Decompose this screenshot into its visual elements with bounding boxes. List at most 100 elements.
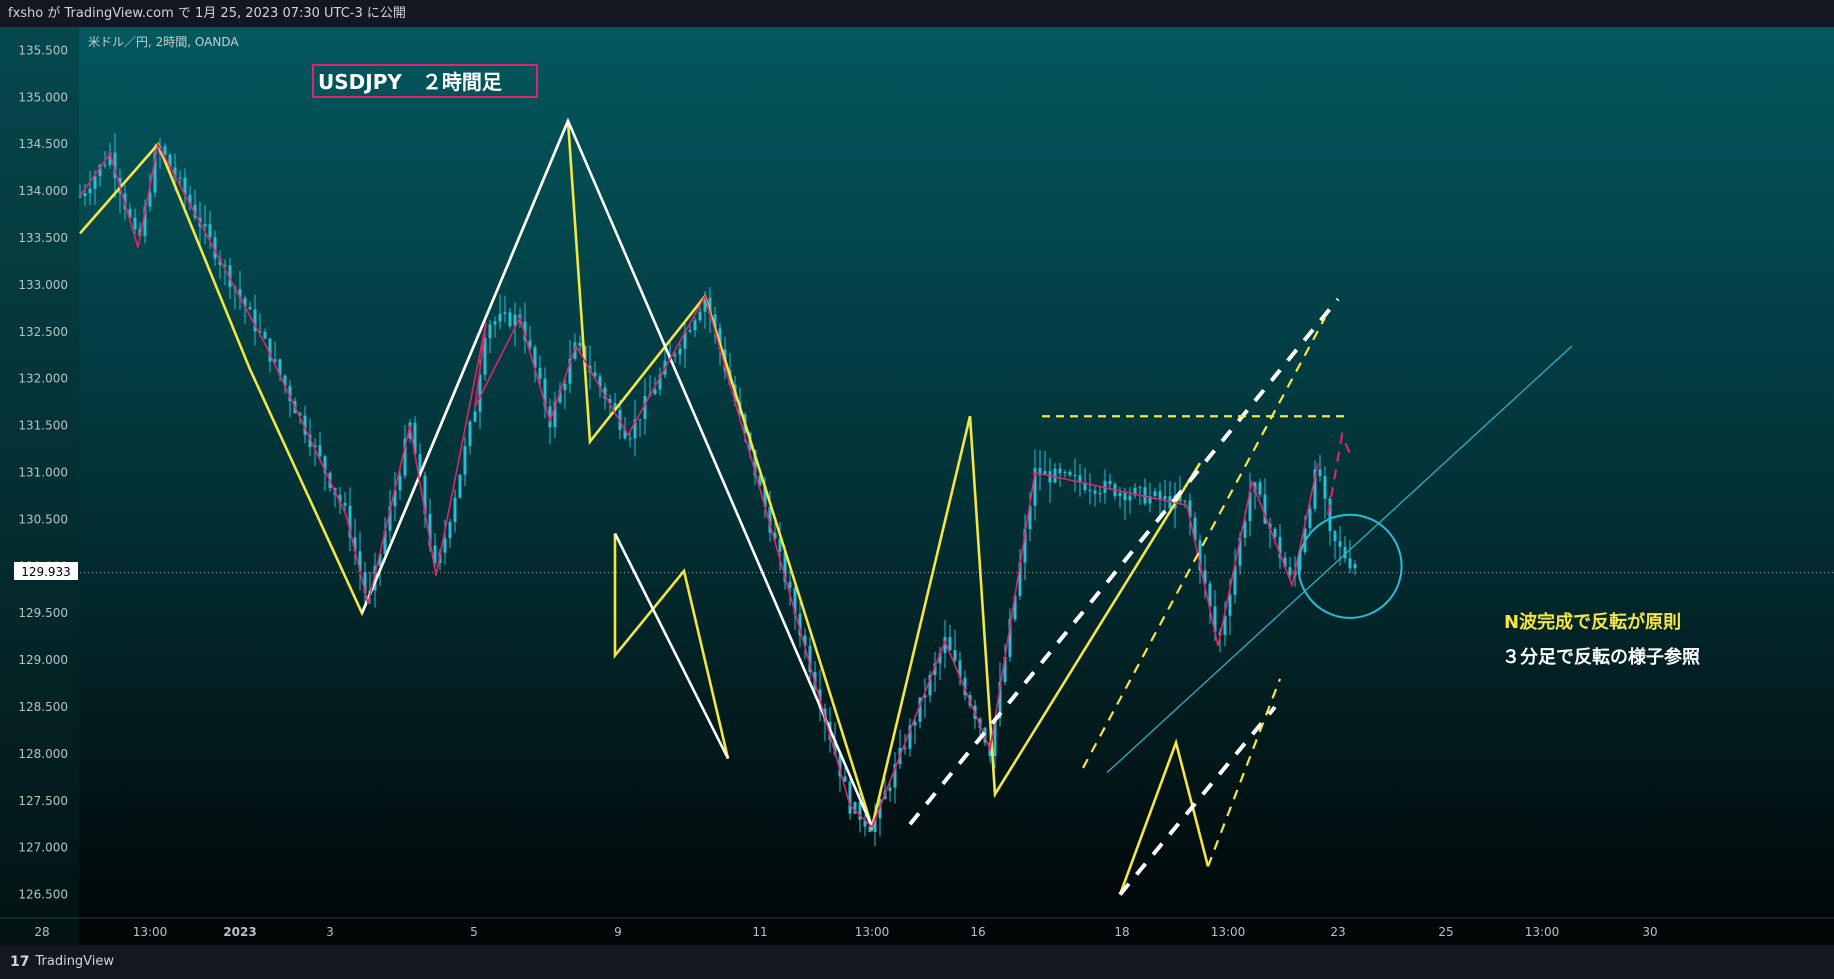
chart-background xyxy=(0,27,1834,945)
candle-body xyxy=(1138,487,1142,489)
tradingview-brand[interactable]: 17 TradingView xyxy=(10,945,114,979)
candle-body xyxy=(88,188,92,194)
chart-title: USDJPY ２時間足 xyxy=(318,70,503,94)
candle-body xyxy=(1228,594,1232,616)
candle-body xyxy=(78,195,82,197)
candle-body xyxy=(1128,495,1132,501)
candle-body xyxy=(163,146,167,155)
candle-body xyxy=(888,787,892,792)
candle-body xyxy=(688,330,692,332)
candle-body xyxy=(1288,567,1292,576)
y-tick-16: 127.500 xyxy=(18,794,68,808)
candle-body xyxy=(473,411,477,422)
candle-body xyxy=(953,650,957,661)
x-tick-10: 13:00 xyxy=(1211,925,1246,939)
candle-body xyxy=(263,331,267,339)
candle-body xyxy=(948,637,952,651)
candle-body xyxy=(103,165,107,167)
candle-body xyxy=(628,438,632,440)
candle-body xyxy=(1258,482,1262,495)
candle-body xyxy=(248,307,252,310)
published-text: fxsho が TradingView.com で 1月 25, 2023 07… xyxy=(8,6,406,21)
candle-body xyxy=(788,581,792,588)
candle-body xyxy=(1053,468,1057,483)
top-bar: fxsho が TradingView.com で 1月 25, 2023 07… xyxy=(0,0,1834,27)
candle-body xyxy=(223,264,227,266)
candle-body xyxy=(503,312,507,314)
candle-body xyxy=(203,224,207,227)
candle-body xyxy=(1273,528,1277,537)
candle-body xyxy=(1088,490,1092,492)
candle-body xyxy=(1318,469,1322,477)
chart-area[interactable]: 135.500 135.000 134.500 134.000 133.500 133.0… xyxy=(0,27,1834,945)
y-tick-18: 126.500 xyxy=(18,888,68,902)
candle-body xyxy=(678,348,682,355)
current-price-value: 129.933 xyxy=(21,565,71,579)
x-tick-2: 2023 xyxy=(223,925,256,939)
y-tick-5: 133.000 xyxy=(18,278,68,292)
candle-body xyxy=(1048,471,1052,483)
y-tick-17: 127.000 xyxy=(18,841,68,855)
candle-body xyxy=(1068,471,1072,475)
candle-body xyxy=(1308,508,1312,529)
y-tick-9: 131.000 xyxy=(18,466,68,480)
candle-body xyxy=(1163,496,1167,500)
annotation-n-wave: N波完成で反転が原則 xyxy=(1504,611,1681,633)
y-tick-13: 129.000 xyxy=(18,653,68,667)
candle-body xyxy=(1108,480,1112,485)
candle-body xyxy=(1063,471,1067,474)
x-tick-3: 3 xyxy=(326,925,334,939)
price-chart[interactable]: 135.500 135.000 134.500 134.000 133.500 133.0… xyxy=(0,27,1834,945)
candle-body xyxy=(458,474,462,498)
candle-body xyxy=(653,389,657,395)
y-tick-4: 133.500 xyxy=(18,231,68,245)
candle-body xyxy=(693,320,697,331)
candle-body xyxy=(448,522,452,539)
brand-label: TradingView xyxy=(35,954,115,969)
candle-body xyxy=(1058,468,1062,474)
candle-body xyxy=(508,312,512,327)
x-tick-12: 25 xyxy=(1438,925,1453,939)
candle-body xyxy=(673,354,677,357)
candle-body xyxy=(578,342,582,347)
bottom-bar: 17 TradingView xyxy=(0,945,1834,979)
y-tick-15: 128.000 xyxy=(18,747,68,761)
y-tick-3: 134.000 xyxy=(18,184,68,198)
candle-body xyxy=(463,446,467,475)
y-tick-14: 128.500 xyxy=(18,700,68,714)
candle-body xyxy=(1183,500,1187,502)
x-tick-4: 5 xyxy=(470,925,478,939)
annotation-3min: ３分足で反転の様子参照 xyxy=(1502,646,1700,668)
y-tick-2: 134.500 xyxy=(18,137,68,151)
candle-body xyxy=(93,176,97,189)
candle-body xyxy=(1353,564,1357,569)
x-tick-6: 11 xyxy=(752,925,767,939)
candle-body xyxy=(343,503,347,506)
x-tick-1: 13:00 xyxy=(133,925,168,939)
candle-body xyxy=(638,418,642,420)
candle-body xyxy=(453,497,457,523)
y-tick-6: 132.500 xyxy=(18,325,68,339)
x-tick-13: 13:00 xyxy=(1525,925,1560,939)
candle-body xyxy=(698,311,702,321)
candle-body xyxy=(1333,531,1337,542)
candle-body xyxy=(398,475,402,491)
candle-body xyxy=(1348,558,1352,569)
candle-body xyxy=(488,324,492,339)
symbol-label: 米ドル／円, 2時間, OANDA xyxy=(88,35,239,49)
x-tick-0: 28 xyxy=(34,925,49,939)
candle-body xyxy=(1338,541,1342,547)
candle-body xyxy=(563,383,567,391)
candle-body xyxy=(1328,498,1332,532)
candle-body xyxy=(1098,492,1102,494)
y-tick-7: 132.000 xyxy=(18,372,68,386)
candle-body xyxy=(1158,491,1162,500)
candle-body xyxy=(83,193,87,196)
x-tick-7: 13:00 xyxy=(855,925,890,939)
x-tick-8: 16 xyxy=(970,925,985,939)
y-tick-8: 131.500 xyxy=(18,419,68,433)
current-price-label: 129.933 xyxy=(14,562,78,580)
candle-body xyxy=(538,367,542,379)
candle-body xyxy=(498,313,502,322)
x-tick-11: 23 xyxy=(1330,925,1345,939)
